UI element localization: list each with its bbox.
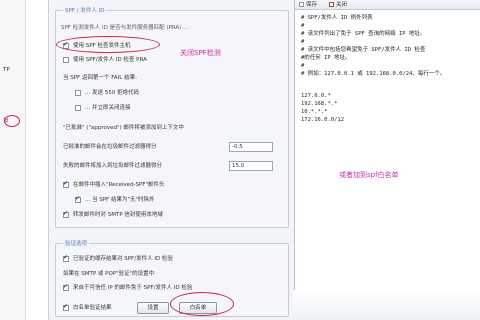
verify-group-title: 验证选项 [63, 239, 90, 247]
spf-intro-text: SPF 检测发件人 ID 是否与发件服务器匹配 (PRA) ... [61, 25, 189, 31]
fail-heading: 当 SPF 返回第一个 FAIL 结果: [63, 75, 137, 81]
smtp-local-domain-checkbox[interactable] [63, 210, 69, 218]
notepad-line: # [301, 63, 305, 69]
sidebar-item-tp[interactable]: TP [3, 66, 10, 74]
close-spf-annotation: 关闭SPF检测 [180, 49, 221, 57]
enable-spf-highlight-circle [56, 36, 160, 53]
notepad-content[interactable]: # SPF/发件人 ID 例外列表 # # 该文件列出了免于 SPF 查询的网络… [301, 14, 445, 124]
cache-results-label: 已验证的缓存结果对 SPF/发件人 ID 检验 [73, 256, 173, 262]
whitelist-check-label: 白名单验证结果 [73, 305, 112, 311]
approved-note: "已批准" ("approved") 邮件将被添加到上下文中 [63, 125, 184, 131]
reject-550-checkbox[interactable] [75, 90, 81, 96]
close-connection-label: ... 并立即关闭连接 [85, 105, 131, 111]
smtp-local-domain-label: 转发邮件时对 SMTP 信封使用本地域 [73, 212, 163, 218]
settings-button[interactable]: 设置 [137, 302, 169, 314]
fail-score-label: 失败的邮件将加入到垃圾邮件过滤器得分 [63, 163, 163, 169]
notepad-line: #的任何 IP 地址。 [301, 55, 351, 61]
notepad-line: # [301, 39, 305, 45]
insert-header-checkbox[interactable] [63, 180, 69, 188]
reject-550-label: ... 发送 550 拒绝代码 [85, 90, 139, 96]
spf-group-title: SPF / 发件人 ID [63, 6, 107, 14]
notepad-menu-bar: 保存 关闭 [295, 0, 480, 10]
trusted-ip-label: 来自于可信任 IP 的邮件免于 SPF/发件人 ID 检验 [73, 285, 193, 291]
pra-checkbox[interactable] [63, 57, 69, 63]
notepad-line: # SPF/发件人 ID 例外列表 [301, 15, 373, 21]
notepad-line: # 该文件中包括您希望免于 SPF/发件人 ID 检查 [301, 47, 426, 53]
spam-score-input[interactable]: -0.5 [229, 142, 273, 152]
exclude-none-label: ... 当 SPF 结果为"无"时除外 [85, 197, 155, 203]
add-whitelist-annotation: 或者加到spf白名单 [339, 171, 399, 179]
sidebar-highlight-circle [4, 115, 20, 127]
notepad-line: 10.*.*.* [301, 109, 328, 115]
left-sidebar: TP 设 [0, 0, 26, 320]
close-icon [329, 2, 334, 7]
close-connection-checkbox[interactable] [75, 105, 81, 111]
notepad-line: 192.168.*.* [301, 101, 338, 107]
notepad-line: # 例如：127.0.0.1 或 192.168.0.0/24，每行一个。 [301, 71, 446, 77]
notepad-save-menu[interactable]: 保存 [306, 1, 317, 9]
cache-results-checkbox[interactable] [63, 254, 69, 262]
notepad-window: 保存 关闭 # SPF/发件人 ID 例外列表 # # 该文件列出了免于 SPF… [294, 0, 480, 320]
fail-score-input[interactable]: 15.0 [229, 161, 273, 171]
whitelist-highlight-circle [170, 292, 234, 316]
notepad-line: 127.0.0.* [301, 93, 331, 99]
notepad-line: # 该文件列出了免于 SPF 查询的网络 IP 地址。 [301, 31, 426, 37]
notepad-bottom-shadow [293, 290, 480, 320]
notepad-line: # [301, 23, 305, 29]
notepad-line: 172.16.0.0/12 [301, 117, 345, 123]
pra-label: 使用 SPF/发件人 ID 检查 PRA [73, 57, 147, 63]
spam-score-label: 已批准的邮件会在垃圾邮件过滤器得分 [63, 144, 157, 150]
exclude-none-checkbox[interactable] [75, 195, 81, 203]
notepad-line [301, 78, 445, 92]
smtp-auth-note: 如果在 SMTP 或 POP"验证"的设置中 [63, 271, 155, 277]
trusted-ip-checkbox[interactable] [63, 283, 69, 291]
whitelist-check-checkbox[interactable] [63, 303, 69, 311]
save-icon [299, 2, 304, 7]
insert-header-label: 在邮件中插入"Received-SPF"邮件头 [73, 182, 165, 188]
notepad-close-menu[interactable]: 关闭 [336, 1, 347, 9]
